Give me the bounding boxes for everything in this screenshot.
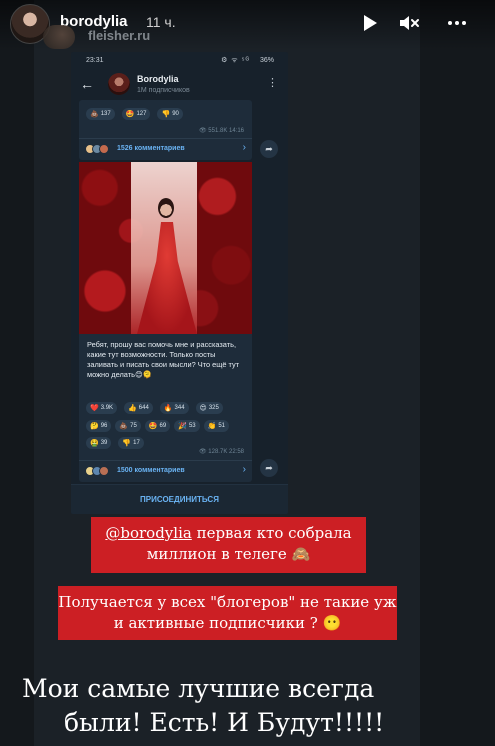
post-text: Ребят, прошу вас помочь мне и рассказать… [87, 340, 240, 379]
comments-link[interactable]: 1500 комментариев › [79, 460, 252, 480]
reaction-chip[interactable]: ❤️ 3.9K [86, 402, 118, 414]
reaction-chip[interactable]: 😍 325 [195, 402, 223, 414]
join-channel-button[interactable]: ПРИСОЕДИНИТЬСЯ [71, 484, 288, 514]
story-caption: Мои самые лучшие всегда были! Есть! И Бу… [22, 672, 482, 740]
chevron-right-icon: › [242, 464, 246, 475]
watermark-text: fleisher.ru [88, 28, 151, 43]
watermark-logo [43, 25, 75, 49]
share-icon[interactable]: ➦ [260, 140, 278, 158]
comments-count: 1526 комментариев [117, 145, 185, 152]
story-text-note: Получается у всех "блогеров" не такие уж… [58, 586, 397, 640]
reaction-chip[interactable]: 👍 644 [124, 402, 153, 414]
channel-header: ← Borodylia 1М подписчиков ⋮ [71, 68, 288, 100]
story-header: borodylia 11 ч. fleisher.ru [0, 0, 495, 50]
channel-post: Ребят, прошу вас помочь мне и рассказать… [79, 162, 252, 482]
commenter-avatars [85, 466, 109, 476]
comments-count: 1500 комментариев [117, 467, 185, 474]
story-time: 11 ч. [146, 14, 176, 30]
reaction-chip[interactable]: 🤮 39 [86, 437, 112, 449]
share-icon[interactable]: ➦ [260, 459, 278, 477]
chevron-right-icon: › [242, 142, 246, 153]
reactions-row: 🤔 96 💩 75 🤩 69 🎉 53 👏 51 [86, 420, 230, 432]
status-time: 23:31 [86, 57, 104, 64]
story-viewer: 23:31 ⚙ ᯤ ⁵ᴳ 36% ← Borodylia 1М подписчи… [0, 0, 495, 746]
telegram-screenshot: 23:31 ⚙ ᯤ ⁵ᴳ 36% ← Borodylia 1М подписчи… [71, 52, 288, 514]
status-icons: ⚙ ᯤ ⁵ᴳ [221, 57, 250, 64]
channel-avatar[interactable] [108, 73, 130, 95]
note-text: Получается у всех "блогеров" не такие уж… [58, 593, 397, 632]
reaction-chip[interactable]: 💩 75 [115, 420, 141, 432]
caption-line: Мои самые лучшие всегда [22, 674, 375, 703]
reaction-chip[interactable]: 👎 90 [157, 108, 183, 120]
reactions-row: ❤️ 3.9K 👍 644 🔥 344 😍 325 [86, 402, 223, 414]
reaction-chip[interactable]: 🤩 127 [121, 108, 151, 120]
story-text-note: @borodylia первая кто собрала миллион в … [91, 517, 366, 573]
reaction-chip[interactable]: 🤔 96 [86, 420, 112, 432]
comments-link[interactable]: 1526 комментариев › [79, 138, 252, 158]
status-bar: 23:31 ⚙ ᯤ ⁵ᴳ 36% [71, 52, 288, 68]
post-views-time: 👁 128.7K 22:58 [199, 449, 244, 455]
reactions-row: 💩 137 🤩 127 👎 90 [86, 108, 183, 120]
reaction-chip[interactable]: 🔥 344 [159, 402, 189, 414]
battery-level: 36% [259, 57, 274, 64]
channel-title: Borodylia [137, 74, 179, 84]
post-photo[interactable] [79, 162, 252, 334]
caption-line: были! Есть! И Будут!!!!! [64, 708, 385, 737]
more-vertical-icon[interactable]: ⋮ [267, 76, 278, 89]
post-views-time: 👁 551.8K 14:16 [199, 128, 244, 134]
more-icon[interactable] [445, 11, 469, 35]
reaction-chip[interactable]: 👎 17 [118, 437, 144, 449]
channel-subscribers: 1М подписчиков [137, 87, 190, 94]
mention-link[interactable]: @borodylia [105, 524, 191, 542]
back-arrow-icon[interactable]: ← [80, 76, 94, 92]
channel-post: 💩 137 🤩 127 👎 90 👁 551.8K 14:16 1526 коммен… [79, 100, 252, 160]
play-icon[interactable] [357, 11, 381, 35]
mute-icon[interactable] [397, 11, 421, 35]
reaction-chip[interactable]: 💩 137 [86, 108, 115, 120]
reaction-chip[interactable]: 🎉 53 [174, 420, 200, 432]
reaction-chip[interactable]: 🤩 69 [144, 420, 171, 432]
reaction-chip[interactable]: 👏 51 [203, 420, 230, 432]
reactions-row: 🤮 39 👎 17 [86, 437, 144, 449]
commenter-avatars [85, 144, 109, 154]
